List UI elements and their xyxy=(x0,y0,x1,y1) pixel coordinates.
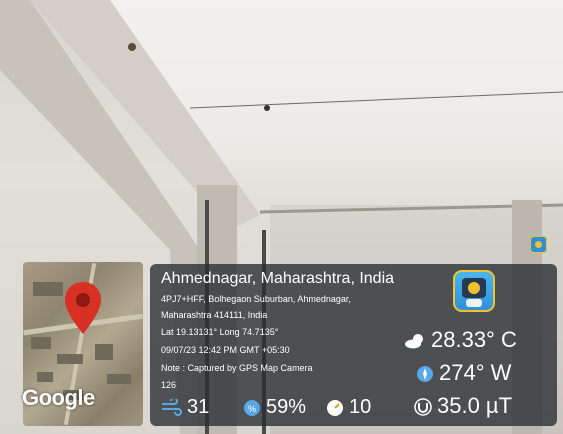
humidity-value: 59% xyxy=(266,396,307,418)
location-title: Ahmednagar, Maharashtra, India xyxy=(161,270,395,287)
coordinates: Lat 19.13131° Long 74.7135° xyxy=(161,327,279,337)
magnet-icon xyxy=(414,398,432,416)
magnetic-value: 35.0 µT xyxy=(437,393,513,418)
wind-speed-stat: 31 xyxy=(160,396,209,419)
svg-text:%: % xyxy=(248,404,256,414)
pressure-gauge-icon xyxy=(327,399,343,416)
wind-direction-value: 274° W xyxy=(439,360,512,385)
temperature-stat: 28.33° C xyxy=(404,327,517,353)
magnetic-stat: 35.0 µT xyxy=(414,393,512,419)
gps-map-camera-app-icon[interactable] xyxy=(453,270,495,312)
wind-speed-value: 31 xyxy=(187,396,210,418)
compass-icon xyxy=(417,366,433,383)
address-line-1: 4PJ7+HFF, Bolhegaon Suburban, Ahmednagar… xyxy=(161,294,351,304)
humidity-stat: % 59% xyxy=(243,396,306,419)
wind-icon xyxy=(162,398,182,416)
altitude: 126 xyxy=(161,380,177,390)
address-line-2: Maharashtra 414111, India xyxy=(161,310,268,320)
pressure-stat: 10 xyxy=(326,396,371,419)
wind-direction-stat: 274° W xyxy=(416,360,511,386)
temperature-value: 28.33° C xyxy=(431,327,517,352)
note: Note : Captured by GPS Map Camera xyxy=(161,363,313,373)
map-brand: Google xyxy=(22,385,95,410)
humidity-icon: % xyxy=(244,399,260,416)
date-time: 09/07/23 12:42 PM GMT +05:30 xyxy=(161,345,290,355)
weather-cloud-icon xyxy=(405,334,423,349)
pressure-value: 10 xyxy=(349,396,372,418)
map-pin-icon xyxy=(65,282,101,334)
gps-camera-mini-icon[interactable] xyxy=(530,236,547,253)
